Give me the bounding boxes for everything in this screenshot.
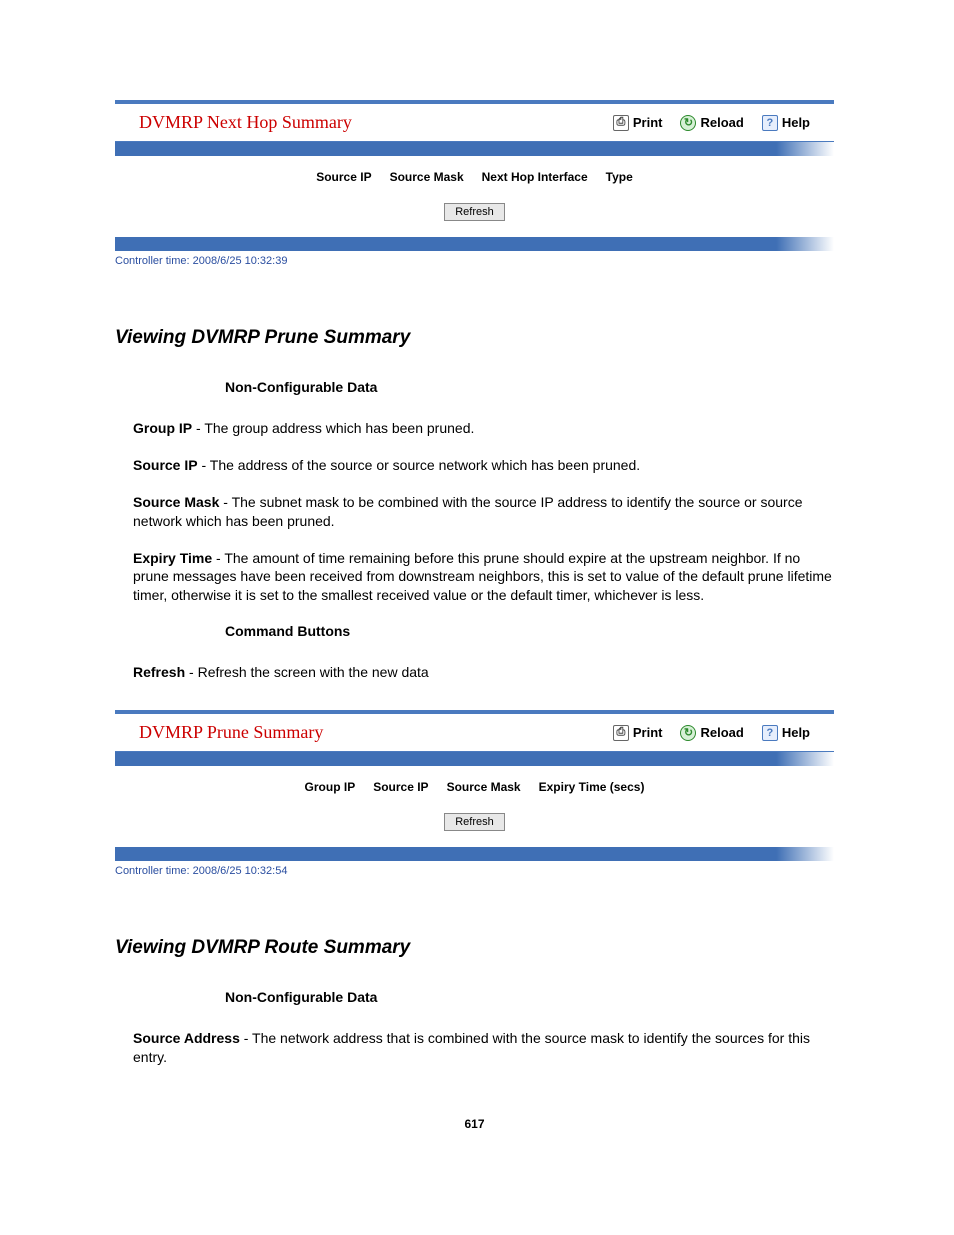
divider-bar xyxy=(115,237,834,251)
print-icon: ⎙ xyxy=(613,115,629,131)
nonconf-heading: Non-Configurable Data xyxy=(225,989,834,1005)
divider-bar xyxy=(115,752,834,766)
col-header: Group IP xyxy=(305,780,356,794)
panel-header: DVMRP Next Hop Summary ⎙ Print ↻ Reload … xyxy=(115,104,834,142)
controller-time: Controller time: 2008/6/25 10:32:39 xyxy=(115,251,834,267)
help-icon: ? xyxy=(762,725,778,741)
nonconf-heading: Non-Configurable Data xyxy=(225,379,834,395)
panel-title: DVMRP Prune Summary xyxy=(139,722,613,743)
panel-title: DVMRP Next Hop Summary xyxy=(139,112,613,133)
col-header: Source Mask xyxy=(390,170,464,184)
col-header: Source IP xyxy=(373,780,428,794)
panel-header: DVMRP Prune Summary ⎙ Print ↻ Reload ? H… xyxy=(115,714,834,752)
divider-bar xyxy=(115,847,834,861)
divider-bar xyxy=(115,142,834,156)
column-headers: Group IP Source IP Source Mask Expiry Ti… xyxy=(125,780,824,794)
controller-time: Controller time: 2008/6/25 10:32:54 xyxy=(115,861,834,877)
refresh-button[interactable]: Refresh xyxy=(444,813,505,831)
next-hop-summary-panel: DVMRP Next Hop Summary ⎙ Print ↻ Reload … xyxy=(115,100,834,267)
reload-icon: ↻ xyxy=(680,115,696,131)
reload-label: Reload xyxy=(700,115,743,130)
help-label: Help xyxy=(782,725,810,740)
cmd-heading: Command Buttons xyxy=(225,623,834,639)
print-label: Print xyxy=(633,115,663,130)
page-number: 617 xyxy=(115,1117,834,1131)
panel-body: Source IP Source Mask Next Hop Interface… xyxy=(115,156,834,237)
col-header: Type xyxy=(606,170,633,184)
column-headers: Source IP Source Mask Next Hop Interface… xyxy=(125,170,824,184)
panel-body: Group IP Source IP Source Mask Expiry Ti… xyxy=(115,766,834,847)
refresh-button[interactable]: Refresh xyxy=(444,203,505,221)
help-icon: ? xyxy=(762,115,778,131)
prune-summary-panel: DVMRP Prune Summary ⎙ Print ↻ Reload ? H… xyxy=(115,710,834,877)
field-description: Group IP - The group address which has b… xyxy=(133,419,834,438)
reload-icon: ↻ xyxy=(680,725,696,741)
section-heading-route: Viewing DVMRP Route Summary xyxy=(115,937,834,959)
col-header: Expiry Time (secs) xyxy=(539,780,645,794)
print-label: Print xyxy=(633,725,663,740)
reload-label: Reload xyxy=(700,725,743,740)
section-heading-prune: Viewing DVMRP Prune Summary xyxy=(115,327,834,349)
field-description: Refresh - Refresh the screen with the ne… xyxy=(133,663,834,682)
print-button[interactable]: ⎙ Print xyxy=(613,725,663,741)
print-icon: ⎙ xyxy=(613,725,629,741)
reload-button[interactable]: ↻ Reload xyxy=(680,725,743,741)
col-header: Source IP xyxy=(316,170,371,184)
help-button[interactable]: ? Help xyxy=(762,115,810,131)
print-button[interactable]: ⎙ Print xyxy=(613,115,663,131)
reload-button[interactable]: ↻ Reload xyxy=(680,115,743,131)
col-header: Next Hop Interface xyxy=(482,170,588,184)
help-button[interactable]: ? Help xyxy=(762,725,810,741)
help-label: Help xyxy=(782,115,810,130)
field-description: Expiry Time - The amount of time remaini… xyxy=(133,549,834,606)
field-description: Source Address - The network address tha… xyxy=(133,1029,834,1067)
col-header: Source Mask xyxy=(447,780,521,794)
field-description: Source Mask - The subnet mask to be comb… xyxy=(133,493,834,531)
field-description: Source IP - The address of the source or… xyxy=(133,456,834,475)
